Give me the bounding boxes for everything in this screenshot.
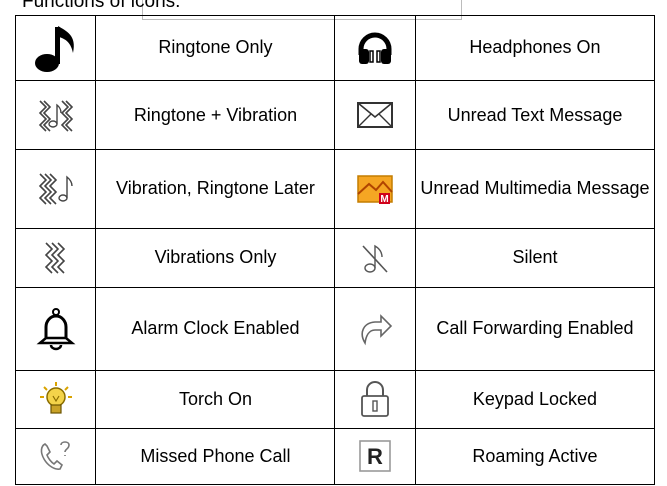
vibration-icon xyxy=(14,227,97,288)
call-forward-arrow-icon xyxy=(334,286,416,371)
table-row: Missed Phone Call R Roaming Active xyxy=(14,427,656,486)
icon-label: Roaming Active xyxy=(472,445,598,466)
icon-label: Call Forwarding Enabled xyxy=(436,318,634,339)
svg-text:M: M xyxy=(381,194,389,205)
table-row: Torch On Keypad Locked xyxy=(14,369,656,429)
envelope-icon xyxy=(334,79,416,151)
silent-icon xyxy=(334,227,416,288)
alarm-bell-icon xyxy=(14,286,97,371)
ringtone-vibration-icon xyxy=(14,79,97,151)
table-row: Vibration, Ringtone Later M Unread Multi… xyxy=(14,149,656,229)
icon-label: Unread Text Message xyxy=(447,104,623,125)
mms-envelope-icon: M xyxy=(334,149,416,229)
torch-bulb-icon xyxy=(14,369,97,429)
table-row: Ringtone + Vibration Unread Text Message xyxy=(14,79,656,151)
icon-label: Silent xyxy=(512,247,558,268)
icon-label: Unread Multimedia Message xyxy=(420,178,650,199)
missed-call-icon xyxy=(14,427,97,486)
vibration-ringtone-later-icon xyxy=(14,149,97,229)
icon-label: Torch On xyxy=(178,388,252,409)
table-row: Alarm Clock Enabled Call Forwarding Enab… xyxy=(14,286,656,371)
icon-label: Keypad Locked xyxy=(472,388,597,409)
music-note-icon xyxy=(14,15,97,81)
icon-functions-table: Ringtone Only Headphones On Ringtone + V… xyxy=(14,15,656,486)
padlock-icon xyxy=(334,369,416,429)
icon-label: Ringtone Only xyxy=(158,37,273,58)
icon-label: Headphones On xyxy=(469,37,601,58)
svg-text:R: R xyxy=(367,444,383,469)
table-row: Vibrations Only Silent xyxy=(14,227,656,288)
icon-label: Vibration, Ringtone Later xyxy=(116,178,315,199)
table-row: Ringtone Only Headphones On xyxy=(14,15,656,81)
icon-label: Missed Phone Call xyxy=(140,445,291,466)
icon-label: Alarm Clock Enabled xyxy=(131,318,300,339)
page-heading: Functions of icons: xyxy=(22,0,181,12)
icon-label: Vibrations Only xyxy=(154,247,277,268)
roaming-r-icon: R xyxy=(334,427,416,486)
headphones-icon xyxy=(334,15,416,81)
icon-label: Ringtone + Vibration xyxy=(133,104,298,125)
